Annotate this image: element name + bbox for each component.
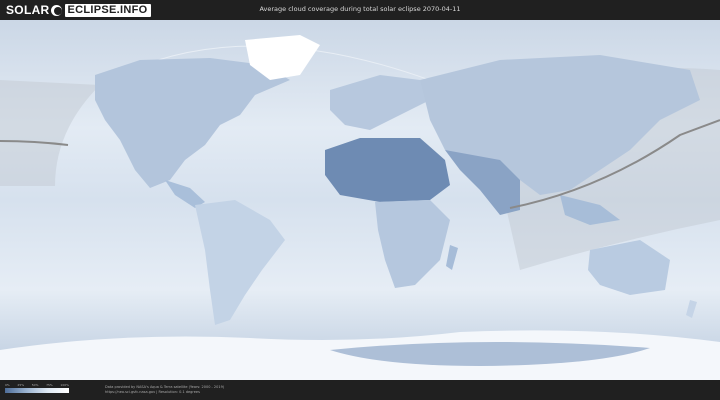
legend-tick-50: 50% xyxy=(31,383,39,387)
credit-line-2: https://neo.sci.gsfc.nasa.gov | Resoluti… xyxy=(105,390,200,394)
data-credit: Data provided by NASA's Aqua & Terra sat… xyxy=(105,385,224,395)
page-title: Average cloud coverage during total sola… xyxy=(259,5,461,13)
legend-tick-75: 75% xyxy=(46,383,53,387)
legend-tick-0: 0% xyxy=(5,383,10,387)
header-bar: SOLAR ECLIPSE.INFO Average cloud coverag… xyxy=(0,0,720,20)
legend-tick-100: 100% xyxy=(60,383,69,387)
cloud-coverage-map xyxy=(0,20,720,380)
legend-color-bar xyxy=(5,388,69,393)
legend-ticks: 0% 25% 50% 75% 100% xyxy=(5,383,69,387)
legend-tick-25: 25% xyxy=(17,383,25,387)
